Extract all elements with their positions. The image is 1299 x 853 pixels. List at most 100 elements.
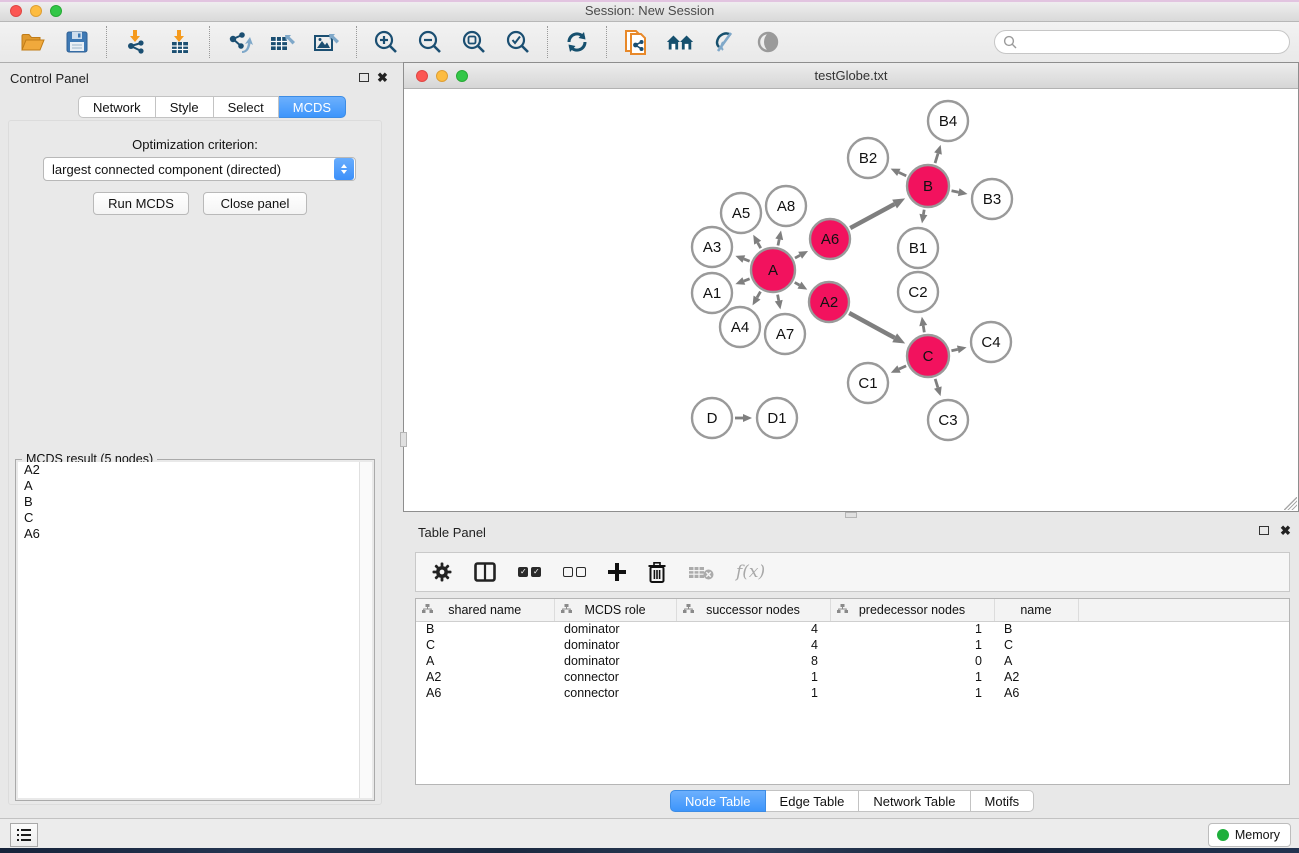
table-cell[interactable]: 1 [676,685,830,701]
export-network-button[interactable] [224,27,254,57]
graph-node-A5[interactable]: A5 [721,193,761,233]
graph-node-C[interactable]: C [907,335,949,377]
export-table-button[interactable] [268,27,298,57]
table-cell[interactable]: 4 [676,621,830,637]
zoom-in-button[interactable] [371,27,401,57]
table-cell[interactable]: B [994,621,1078,637]
table-cell[interactable]: dominator [554,621,676,637]
table-cell[interactable]: A6 [994,685,1078,701]
tab-node-table[interactable]: Node Table [670,790,766,812]
import-table-button[interactable] [165,27,195,57]
vertical-split-grip[interactable] [400,432,407,447]
import-network-button[interactable] [121,27,151,57]
function-builder-button[interactable]: f(x) [736,560,765,584]
save-session-button[interactable] [62,27,92,57]
graph-node-C4[interactable]: C4 [971,322,1011,362]
zoom-out-button[interactable] [415,27,445,57]
memory-button[interactable]: Memory [1208,823,1291,847]
mcds-result-list[interactable]: A2ABCA6 [18,462,360,798]
graph-edge-A-A3[interactable] [735,255,749,262]
graph-node-A2[interactable]: A2 [809,282,849,322]
graph-node-B[interactable]: B [907,165,949,207]
export-image-button[interactable] [312,27,342,57]
new-network-from-selection-button[interactable] [621,27,651,57]
close-panel-button[interactable]: Close panel [203,192,307,215]
column-header-successor-nodes[interactable]: successor nodes [676,599,830,621]
tab-select[interactable]: Select [214,96,279,118]
table-cell[interactable]: A [416,653,554,669]
graph-node-C2[interactable]: C2 [898,272,938,312]
graph-edge-A2-C[interactable] [849,313,905,344]
tab-motifs[interactable]: Motifs [971,790,1035,812]
table-cell[interactable]: 8 [676,653,830,669]
tab-network[interactable]: Network [78,96,156,118]
network-window-titlebar[interactable]: testGlobe.txt [404,63,1298,89]
graph-node-A[interactable]: A [751,248,795,292]
graph-edge-A-A6[interactable] [795,251,808,259]
table-cell[interactable]: A [994,653,1078,669]
table-row[interactable]: A6connector11A6 [416,685,1289,701]
column-header-mcds-role[interactable]: MCDS role [554,599,676,621]
graph-node-A1[interactable]: A1 [692,273,732,313]
graph-node-A4[interactable]: A4 [720,307,760,347]
table-cell[interactable]: dominator [554,653,676,669]
graph-node-D1[interactable]: D1 [757,398,797,438]
show-columns-button[interactable] [474,560,496,584]
graph-edge-B-B1[interactable] [919,210,927,224]
apply-layout-button[interactable] [562,27,592,57]
search-input[interactable] [1022,35,1281,49]
mcds-result-item[interactable]: A2 [18,462,359,478]
table-cell[interactable]: dominator [554,637,676,653]
tab-edge-table[interactable]: Edge Table [766,790,860,812]
graph-node-B1[interactable]: B1 [898,228,938,268]
graph-node-D[interactable]: D [692,398,732,438]
table-cell[interactable]: A2 [416,669,554,685]
graph-edge-A-A5[interactable] [753,235,761,248]
table-cell[interactable]: C [994,637,1078,653]
graph-node-A7[interactable]: A7 [765,314,805,354]
table-cell[interactable]: 1 [830,637,994,653]
graph-node-C3[interactable]: C3 [928,400,968,440]
graph-node-A6[interactable]: A6 [810,219,850,259]
table-cell[interactable]: B [416,621,554,637]
mcds-result-item[interactable]: A6 [18,526,359,542]
table-cell[interactable]: 1 [830,669,994,685]
add-column-button[interactable] [608,560,626,584]
node-table[interactable]: shared name MCDS role successor nodes pr… [415,598,1290,785]
zoom-fit-button[interactable] [459,27,489,57]
table-cell[interactable]: 4 [676,637,830,653]
table-cell[interactable]: 0 [830,653,994,669]
first-neighbors-button[interactable] [665,27,695,57]
graph-edge-C-C3[interactable] [934,379,942,396]
graph-edge-D-D1[interactable] [735,414,752,422]
delete-table-button[interactable] [688,560,714,584]
table-row[interactable]: A2connector11A2 [416,669,1289,685]
zoom-selected-button[interactable] [503,27,533,57]
table-cell[interactable]: connector [554,669,676,685]
column-header-name[interactable]: name [994,599,1078,621]
graph-edge-A-A8[interactable] [775,230,783,245]
show-hide-details-button[interactable] [709,27,739,57]
table-cell[interactable]: C [416,637,554,653]
graph-node-B4[interactable]: B4 [928,101,968,141]
graph-node-B3[interactable]: B3 [972,179,1012,219]
graph-node-A3[interactable]: A3 [692,227,732,267]
graph-edge-A-A4[interactable] [753,292,761,306]
table-cell[interactable]: 1 [830,685,994,701]
graph-edge-C-C1[interactable] [891,365,906,372]
table-row[interactable]: Adominator80A [416,653,1289,669]
table-cell[interactable]: A6 [416,685,554,701]
network-canvas-svg[interactable]: B4B2BB3A5A8A6A3B1AA1C2A2A4A7C4CC1DD1C3 [404,89,1298,511]
tab-style[interactable]: Style [156,96,214,118]
table-cell[interactable]: 1 [830,621,994,637]
graph-edge-B-B2[interactable] [891,169,907,176]
table-row[interactable]: Cdominator41C [416,637,1289,653]
graph-edge-B-B4[interactable] [934,145,942,163]
mcds-result-item[interactable]: B [18,494,359,510]
table-settings-button[interactable] [432,560,452,584]
mcds-result-item[interactable]: A [18,478,359,494]
run-mcds-button[interactable]: Run MCDS [93,192,189,215]
table-row[interactable]: Bdominator41B [416,621,1289,637]
graph-node-C1[interactable]: C1 [848,363,888,403]
graph-edge-A-A7[interactable] [775,295,783,310]
